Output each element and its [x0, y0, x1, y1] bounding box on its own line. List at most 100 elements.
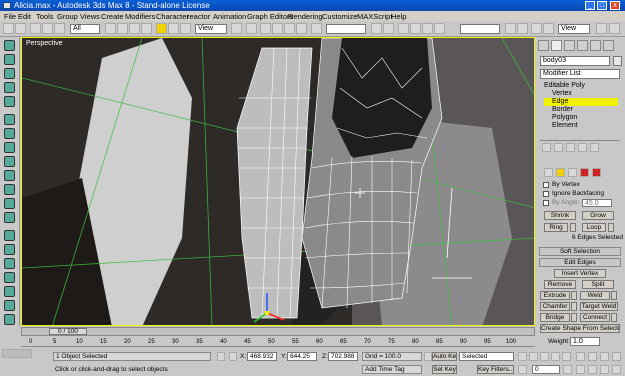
named-selection-field[interactable]: [326, 24, 366, 34]
time-config-icon[interactable]: [563, 365, 572, 374]
create-tab-icon[interactable]: [538, 40, 549, 51]
select-scale-icon[interactable]: [180, 23, 191, 34]
loop-spinner[interactable]: [608, 223, 614, 232]
grow-button[interactable]: Grow: [582, 211, 614, 220]
utilities-tab-icon[interactable]: [603, 40, 614, 51]
mirror-icon[interactable]: [371, 23, 382, 34]
rect-selection-icon[interactable]: [129, 23, 140, 34]
chamfer-settings-button[interactable]: [571, 302, 577, 311]
redo-icon[interactable]: [15, 23, 26, 34]
menu-customize[interactable]: Customize: [322, 12, 357, 21]
maximize-viewport-icon[interactable]: [612, 365, 621, 374]
analyze-world-icon[interactable]: [4, 300, 15, 311]
pin-stack-icon[interactable]: [542, 143, 551, 152]
wind-icon[interactable]: [4, 170, 15, 181]
create-shape-button[interactable]: Create Shape From Selection: [540, 324, 620, 333]
weight-input[interactable]: 1.0: [570, 337, 600, 346]
menu-graph-editors[interactable]: Graph Editors: [247, 12, 293, 21]
remove-modifier-icon[interactable]: [578, 143, 587, 152]
curve-editor-icon[interactable]: [410, 23, 421, 34]
element-level-icon[interactable]: [592, 168, 601, 177]
object-name-field[interactable]: body03: [540, 56, 610, 66]
render-scene-icon[interactable]: [505, 23, 516, 34]
preview-animation-icon[interactable]: [4, 314, 15, 325]
pan-view-icon[interactable]: [576, 352, 585, 361]
x-coordinate-input[interactable]: 468.932: [247, 352, 277, 361]
previous-frame-icon[interactable]: [529, 352, 538, 361]
by-angle-input[interactable]: 45.0: [582, 199, 612, 207]
schematic-view-icon[interactable]: [422, 23, 433, 34]
field-of-view-icon[interactable]: [576, 365, 585, 374]
vertex-level-icon[interactable]: [544, 168, 553, 177]
viewport-label[interactable]: Perspective: [26, 40, 63, 47]
connect-button[interactable]: Connect: [580, 313, 610, 322]
render-frame-icon[interactable]: [596, 23, 607, 34]
auto-key-button[interactable]: Auto Key: [432, 352, 457, 361]
view-dropdown[interactable]: View: [558, 24, 590, 34]
toy-car-icon[interactable]: [4, 184, 15, 195]
menu-reactor[interactable]: reactor: [187, 12, 210, 21]
undo-icon[interactable]: [3, 23, 14, 34]
show-end-result-icon[interactable]: [554, 143, 563, 152]
maxscript-listener-icon[interactable]: [2, 349, 32, 358]
by-vertex-checkbox[interactable]: [543, 182, 549, 188]
render-last-icon[interactable]: [543, 23, 554, 34]
z-coordinate-input[interactable]: 702.988: [328, 352, 358, 361]
rope-collection-icon[interactable]: [4, 82, 15, 93]
selection-filter-dropdown[interactable]: All: [70, 24, 100, 34]
angle-snap-icon[interactable]: [272, 23, 283, 34]
motion-tab-icon[interactable]: [577, 40, 588, 51]
point-to-point-icon[interactable]: [4, 272, 15, 283]
plane-icon[interactable]: [4, 114, 15, 125]
menu-file[interactable]: File: [4, 12, 16, 21]
go-to-start-icon[interactable]: [518, 352, 527, 361]
y-coordinate-input[interactable]: 844.25: [287, 352, 317, 361]
shrink-button[interactable]: Shrink: [544, 211, 576, 220]
prismatic-icon[interactable]: [4, 286, 15, 297]
active-shade-icon[interactable]: [531, 23, 542, 34]
insert-vertex-button[interactable]: Insert Vertex: [554, 269, 606, 278]
pivot-center-icon[interactable]: [231, 23, 242, 34]
ring-spinner[interactable]: [570, 223, 576, 232]
pan-icon[interactable]: [588, 365, 597, 374]
menu-tools[interactable]: Tools: [36, 12, 54, 21]
ignore-backfacing-checkbox[interactable]: [543, 191, 549, 197]
modify-tab-icon[interactable]: [551, 40, 562, 51]
ref-coord-dropdown[interactable]: View: [195, 24, 227, 34]
stack-item-polygon[interactable]: Polygon: [552, 114, 577, 122]
track-bar[interactable]: 0 5 10 15 20 25 30 35 40 45 50 55 60 65 …: [21, 337, 535, 347]
border-level-icon[interactable]: [568, 168, 577, 177]
lock-selection-icon[interactable]: [217, 352, 225, 361]
next-frame-icon[interactable]: [551, 352, 560, 361]
connect-settings-button[interactable]: [611, 313, 617, 322]
menu-help[interactable]: Help: [391, 12, 406, 21]
softbody-collection-icon[interactable]: [4, 68, 15, 79]
go-to-end-icon[interactable]: [562, 352, 571, 361]
manipulate-icon[interactable]: [246, 23, 257, 34]
select-link-icon[interactable]: [30, 23, 41, 34]
make-unique-icon[interactable]: [566, 143, 575, 152]
minimize-button[interactable]: _: [585, 1, 595, 10]
bridge-settings-button[interactable]: [571, 313, 577, 322]
key-mode-icon[interactable]: [518, 365, 527, 374]
menu-modifiers[interactable]: Modifiers: [125, 12, 155, 21]
edit-edges-rollout[interactable]: Edit Edges: [539, 258, 621, 267]
extrude-button[interactable]: Extrude: [540, 291, 570, 300]
edge-level-icon[interactable]: [556, 168, 565, 177]
by-angle-checkbox[interactable]: [543, 200, 549, 206]
percent-snap-icon[interactable]: [284, 23, 295, 34]
select-move-icon[interactable]: [156, 23, 167, 34]
spring-icon[interactable]: [4, 128, 15, 139]
water-icon[interactable]: [4, 212, 15, 223]
align-icon[interactable]: [383, 23, 394, 34]
maximize-button[interactable]: □: [597, 1, 607, 10]
constraint-solver-icon[interactable]: [4, 230, 15, 241]
material-editor-icon[interactable]: [434, 23, 445, 34]
bind-space-warp-icon[interactable]: [54, 23, 65, 34]
hierarchy-tab-icon[interactable]: [564, 40, 575, 51]
stack-item-edge[interactable]: Edge: [544, 98, 618, 106]
extrude-settings-button[interactable]: [571, 291, 577, 300]
add-time-tag-button[interactable]: Add Time Tag: [362, 365, 422, 374]
polygon-level-icon[interactable]: [580, 168, 589, 177]
modifier-list-dropdown[interactable]: Modifier List: [540, 69, 620, 79]
